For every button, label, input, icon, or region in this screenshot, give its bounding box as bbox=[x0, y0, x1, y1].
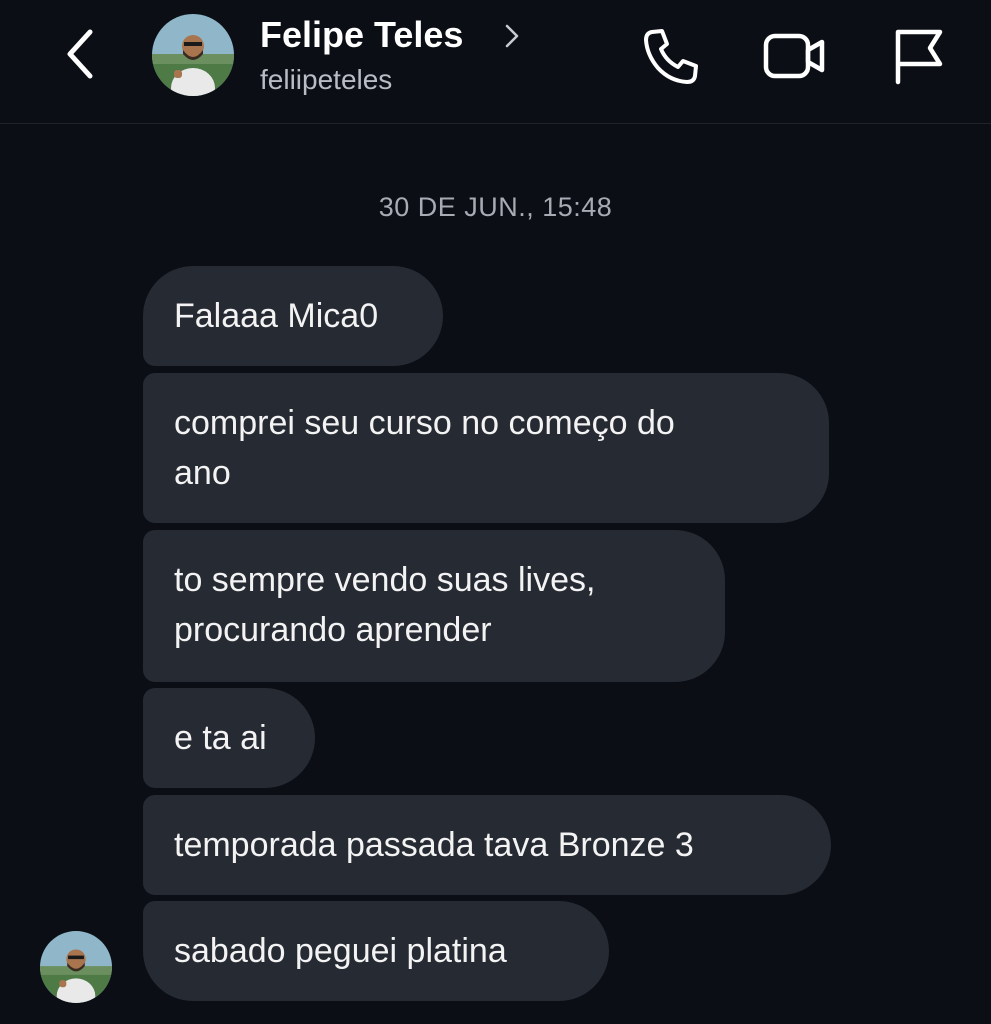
message-text: ano bbox=[174, 454, 231, 492]
back-button[interactable] bbox=[58, 26, 102, 82]
avatar-image bbox=[40, 931, 112, 1003]
message-bubble[interactable]: temporada passada tava Bronze 3 bbox=[143, 795, 831, 895]
message-bubble[interactable]: to sempre vendo suas lives, procurando a… bbox=[143, 530, 725, 682]
message-text: to sempre vendo suas lives, bbox=[174, 561, 596, 599]
flag-icon bbox=[895, 29, 943, 85]
message-bubble[interactable]: Falaaa Mica0 bbox=[143, 266, 443, 366]
message-text: e ta ai bbox=[174, 719, 267, 757]
message-text: sabado peguei platina bbox=[174, 932, 507, 970]
contact-name[interactable]: Felipe Teles bbox=[260, 14, 463, 56]
phone-icon bbox=[644, 29, 698, 84]
message-bubble[interactable]: e ta ai bbox=[143, 688, 315, 788]
message-text: Falaaa Mica0 bbox=[174, 297, 379, 335]
message-timestamp: 30 DE JUN., 15:48 bbox=[378, 192, 613, 222]
report-button[interactable] bbox=[886, 24, 950, 88]
message-bubble[interactable]: comprei seu curso no começo do ano bbox=[143, 373, 829, 523]
contact-username[interactable]: feliipeteles bbox=[260, 64, 392, 96]
video-call-button[interactable] bbox=[762, 24, 826, 88]
chat-header: Felipe Teles feliipeteles bbox=[0, 0, 991, 124]
message-text: comprei seu curso no começo do bbox=[174, 404, 675, 442]
sender-avatar[interactable] bbox=[40, 931, 112, 1003]
chevron-left-icon bbox=[67, 29, 93, 79]
video-camera-icon bbox=[763, 33, 825, 79]
call-button[interactable] bbox=[640, 24, 704, 88]
avatar-image bbox=[152, 14, 234, 96]
contact-avatar[interactable] bbox=[152, 14, 234, 96]
chevron-right-icon[interactable] bbox=[502, 22, 522, 50]
message-text: procurando aprender bbox=[174, 611, 492, 649]
message-text: temporada passada tava Bronze 3 bbox=[174, 826, 694, 864]
message-bubble[interactable]: sabado peguei platina bbox=[143, 901, 609, 1001]
